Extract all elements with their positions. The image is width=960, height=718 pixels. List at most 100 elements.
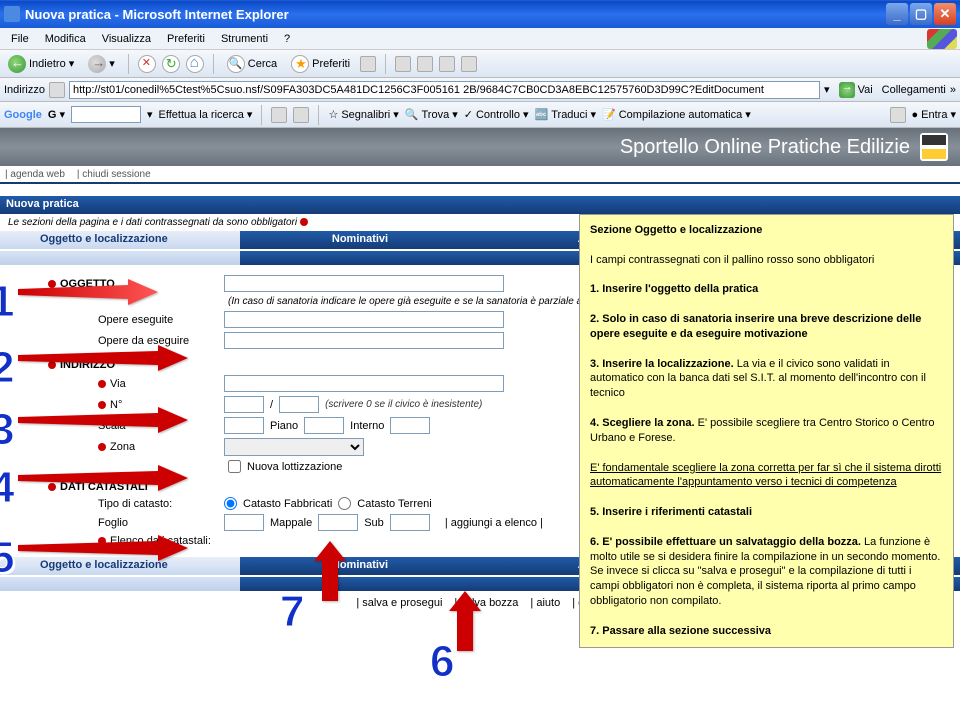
marker-4: 4 xyxy=(0,463,14,513)
aiuto-button[interactable]: aiuto xyxy=(524,597,566,609)
link-agenda[interactable]: agenda web xyxy=(5,169,65,180)
favorites-button[interactable]: Preferiti xyxy=(287,53,354,75)
minimize-button[interactable]: _ xyxy=(886,3,908,25)
address-bar: Indirizzo ▾ Vai Collegamenti» xyxy=(0,78,960,102)
marker-3: 3 xyxy=(0,405,14,455)
links-label[interactable]: Collegamenti xyxy=(882,84,946,96)
opere-eseguite-input[interactable] xyxy=(224,311,504,328)
label-nuova-lott: Nuova lottizzazione xyxy=(247,461,342,473)
back-button[interactable]: Indietro ▾ xyxy=(4,53,78,75)
foglio-input[interactable] xyxy=(224,514,264,531)
google-find[interactable]: 🔍 Trova ▾ xyxy=(405,108,458,121)
go-icon xyxy=(839,82,855,98)
civico-input[interactable] xyxy=(224,396,264,413)
via-input[interactable] xyxy=(224,375,504,392)
banner-logo-icon xyxy=(920,133,948,161)
maximize-button[interactable]: ▢ xyxy=(910,3,932,25)
banner-title: Sportello Online Pratiche Edilizie xyxy=(620,136,910,159)
interno-input[interactable] xyxy=(390,417,430,434)
link-logout[interactable]: chiudi sessione xyxy=(77,169,151,180)
print-button[interactable] xyxy=(417,56,433,72)
arrow-7 xyxy=(310,541,350,604)
sub-input[interactable] xyxy=(390,514,430,531)
menu-file[interactable]: File xyxy=(3,30,37,48)
civico-hint: (scrivere 0 se il civico è inesistente) xyxy=(325,399,482,410)
tab-nominativi[interactable]: Nominativi xyxy=(240,231,480,249)
label-zona: Zona xyxy=(110,441,135,453)
google-signin[interactable]: ● Entra ▾ xyxy=(912,108,956,121)
window-titlebar: Nuova pratica - Microsoft Internet Explo… xyxy=(0,0,960,28)
scala-input[interactable] xyxy=(224,417,264,434)
google-autofill[interactable]: 📝 Compilazione automatica ▾ xyxy=(602,108,751,121)
google-icon-2[interactable] xyxy=(293,107,309,123)
piano-input[interactable] xyxy=(304,417,344,434)
label-foglio: Foglio xyxy=(18,517,218,529)
menu-modifica[interactable]: Modifica xyxy=(37,30,94,48)
marker-1: 1 xyxy=(0,277,14,327)
catasto-fabbricati-radio[interactable] xyxy=(224,497,237,510)
required-dot-icon xyxy=(300,218,308,226)
marker-7: 7 xyxy=(280,587,304,637)
google-search-input[interactable] xyxy=(71,106,141,123)
menubar: File Modifica Visualizza Preferiti Strum… xyxy=(0,28,960,50)
salva-prosegui-button[interactable]: salva e prosegui xyxy=(350,597,448,609)
search-button[interactable]: Cerca xyxy=(223,53,281,75)
oggetto-input[interactable] xyxy=(224,275,504,292)
google-toolbar: Google G▾ ▾ Effettua la ricerca ▾ ☆ Segn… xyxy=(0,102,960,128)
back-icon xyxy=(8,55,26,73)
google-icon-1[interactable] xyxy=(271,107,287,123)
opere-da-eseguire-input[interactable] xyxy=(224,332,504,349)
zona-select[interactable] xyxy=(224,438,364,456)
page-icon xyxy=(49,82,65,98)
google-bookmarks[interactable]: ☆ Segnalibri▾ xyxy=(328,108,398,121)
arrow-2 xyxy=(18,343,188,376)
address-input[interactable] xyxy=(69,81,820,99)
google-search-button[interactable]: Effettua la ricerca ▾ xyxy=(159,108,253,121)
tab-nominativi-b[interactable]: Nominativi xyxy=(240,557,480,575)
label-piano: Piano xyxy=(270,420,298,432)
nav-toolbar: Indietro ▾ ▾ Cerca Preferiti xyxy=(0,50,960,78)
mail-button[interactable] xyxy=(395,56,411,72)
forward-icon xyxy=(88,55,106,73)
aggiungi-elenco-link[interactable]: | aggiungi a elenco | xyxy=(445,517,543,529)
label-mappale: Mappale xyxy=(270,517,312,529)
refresh-button[interactable] xyxy=(162,55,180,73)
stop-button[interactable] xyxy=(138,55,156,73)
home-button[interactable] xyxy=(186,55,204,73)
close-button[interactable]: ✕ xyxy=(934,3,956,25)
forward-button[interactable]: ▾ xyxy=(84,53,119,75)
star-icon xyxy=(291,55,309,73)
section-title: Nuova pratica xyxy=(0,196,960,214)
menu-help[interactable]: ? xyxy=(276,30,298,48)
window-title: Nuova pratica - Microsoft Internet Explo… xyxy=(25,7,289,22)
search-icon xyxy=(227,55,245,73)
address-label: Indirizzo xyxy=(4,84,45,96)
menu-visualizza[interactable]: Visualizza xyxy=(94,30,159,48)
menu-strumenti[interactable]: Strumenti xyxy=(213,30,276,48)
marker-2: 2 xyxy=(0,343,14,393)
nuova-lott-checkbox[interactable] xyxy=(228,460,241,473)
go-button[interactable]: Vai xyxy=(834,81,878,99)
menu-preferiti[interactable]: Preferiti xyxy=(159,30,213,48)
marker-6: 6 xyxy=(430,637,454,687)
civico2-input[interactable] xyxy=(279,396,319,413)
discuss-button[interactable] xyxy=(461,56,477,72)
marker-5: 5 xyxy=(0,533,14,583)
label-tipo-catasto: Tipo di catasto: xyxy=(18,498,218,510)
catasto-terreni-radio[interactable] xyxy=(338,497,351,510)
label-via: Via xyxy=(110,378,126,390)
label-opere-eseguite: Opere eseguite xyxy=(18,314,218,326)
google-settings-icon[interactable] xyxy=(890,107,906,123)
history-button[interactable] xyxy=(360,56,376,72)
google-g-button[interactable]: G▾ xyxy=(48,108,65,121)
arrow-1 xyxy=(18,277,158,310)
google-check[interactable]: ✓ Controllo ▾ xyxy=(464,108,529,121)
edit-button[interactable] xyxy=(439,56,455,72)
google-translate[interactable]: 🔤 Traduci ▾ xyxy=(535,108,597,121)
label-sub: Sub xyxy=(364,517,384,529)
arrow-5 xyxy=(18,533,188,566)
arrow-3 xyxy=(18,405,188,438)
mappale-input[interactable] xyxy=(318,514,358,531)
tab-oggetto[interactable]: Oggetto e localizzazione xyxy=(0,231,240,249)
arrow-4 xyxy=(18,463,188,496)
